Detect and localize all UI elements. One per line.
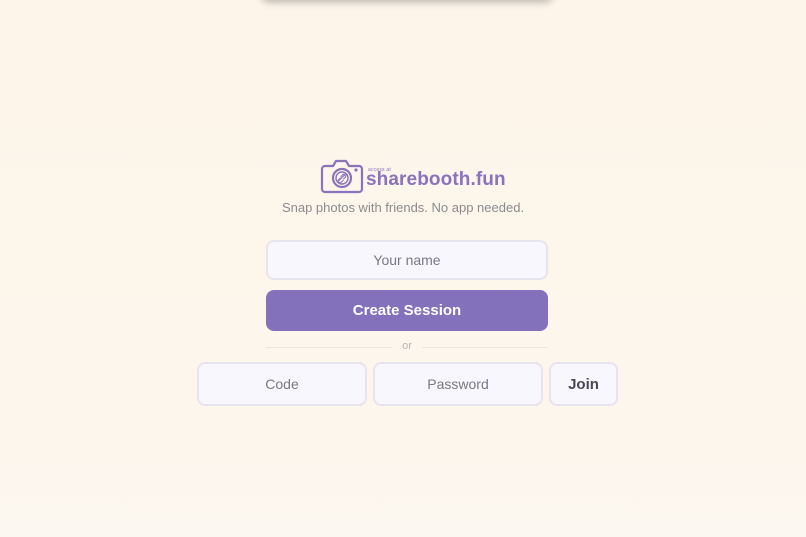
password-input[interactable] [373,362,543,406]
name-input[interactable] [266,240,548,280]
join-button[interactable]: Join [549,362,618,406]
tagline: Snap photos with friends. No app needed. [281,200,525,215]
divider-line-right [422,347,548,348]
code-input[interactable] [197,362,367,406]
or-divider: or [266,340,548,354]
create-session-button[interactable]: Create Session [266,290,548,331]
brand-logo: access at sharebooth.fun [320,158,506,194]
page: access at sharebooth.fun Snap photos wit… [0,0,806,537]
divider-label: or [402,340,412,352]
camera-link-icon [320,159,364,194]
brand-name: sharebooth.fun [366,169,506,190]
